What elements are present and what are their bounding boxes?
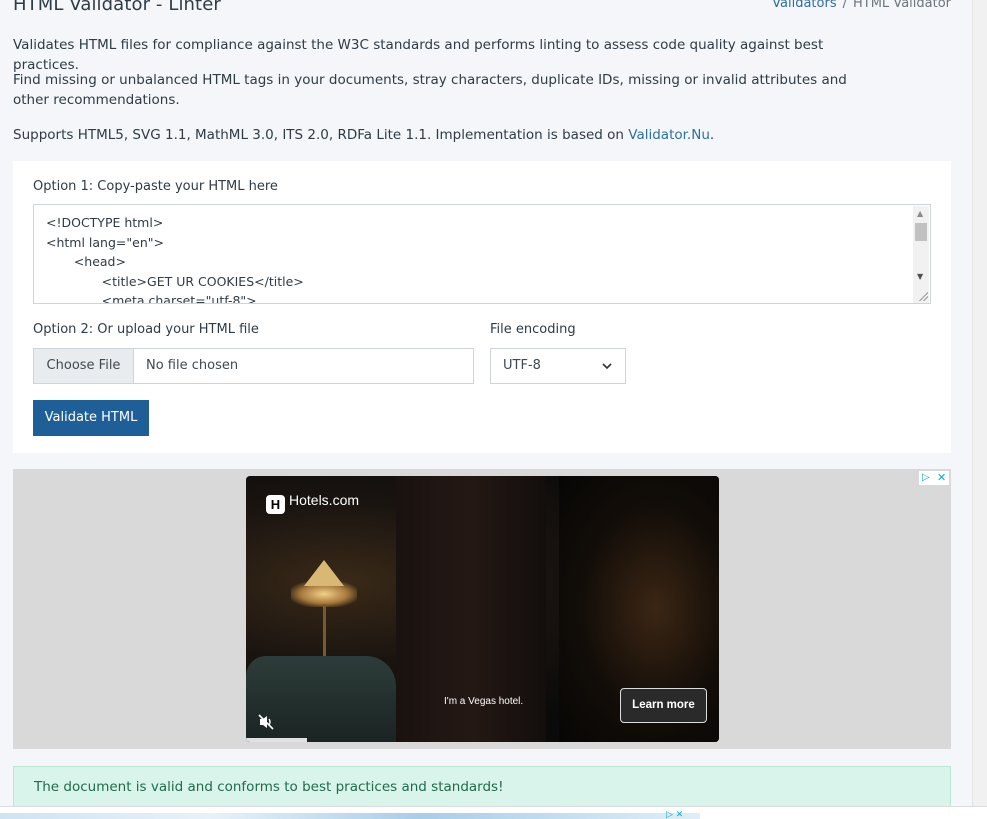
- bottom-adchoices-icon[interactable]: ▷ ✕: [666, 810, 683, 819]
- hotels-brand-text: Hotels.com: [289, 492, 360, 508]
- breadcrumb: Validators / HTML Validator: [772, 0, 951, 11]
- intro-paragraph-2: Find missing or unbalanced HTML tags in …: [13, 72, 847, 108]
- validate-html-button[interactable]: Validate HTML: [33, 400, 149, 436]
- hotels-logo-icon: H: [266, 495, 285, 514]
- resize-handle-icon[interactable]: [918, 291, 928, 301]
- option1-label: Option 1: Copy-paste your HTML here: [33, 179, 278, 194]
- ad-lamp-shade: [304, 560, 344, 586]
- advertisement-area: ▷ ✕ H Hotels.com I'm a Vegas hotel. Learn…: [13, 469, 951, 749]
- encoding-select[interactable]: UTF-8: [490, 348, 626, 384]
- support-text-end: .: [709, 127, 715, 143]
- page-header: HTML Validator - Linter Validators / HTML …: [13, 0, 951, 20]
- hotels-logo: H Hotels.com: [266, 492, 359, 514]
- page-title: HTML Validator - Linter: [13, 0, 221, 15]
- validation-result-alert: The document is valid and conforms to be…: [13, 766, 951, 808]
- file-upload-input[interactable]: Choose File No file chosen: [33, 348, 474, 384]
- scroll-thumb[interactable]: [915, 223, 927, 241]
- validator-form-card: Option 1: Copy-paste your HTML here <!DO…: [13, 161, 951, 453]
- breadcrumb-current: HTML Validator: [853, 0, 951, 11]
- breadcrumb-separator: /: [842, 0, 847, 11]
- page-scrollbar[interactable]: [972, 0, 987, 806]
- html-code-textarea[interactable]: <!DOCTYPE html> <html lang="en"> <head> …: [33, 204, 931, 304]
- learn-more-button[interactable]: Learn more: [620, 688, 707, 723]
- breadcrumb-validators-link[interactable]: Validators: [772, 0, 836, 11]
- option2-label: Option 2: Or upload your HTML file: [33, 322, 259, 337]
- choose-file-button[interactable]: Choose File: [34, 349, 134, 383]
- bottom-banner-ad[interactable]: ▷ ✕: [0, 806, 987, 819]
- validation-result-message: The document is valid and conforms to be…: [34, 779, 504, 795]
- chevron-down-icon: [602, 363, 612, 370]
- adchoices-badge[interactable]: ▷ ✕: [919, 471, 949, 485]
- close-icon[interactable]: ✕: [937, 471, 946, 484]
- adchoices-icon[interactable]: ▷: [922, 472, 930, 483]
- file-status-text: No file chosen: [146, 358, 239, 373]
- ad-caption: I'm a Vegas hotel.: [444, 696, 524, 707]
- intro-paragraph-1: Validates HTML files for compliance agai…: [13, 37, 824, 73]
- validator-nu-link[interactable]: Validator.Nu: [628, 127, 710, 143]
- ad-video[interactable]: H Hotels.com I'm a Vegas hotel. Learn mor…: [246, 476, 719, 742]
- textarea-scrollbar[interactable]: ▲ ▼: [913, 206, 929, 303]
- encoding-value: UTF-8: [503, 358, 541, 373]
- bottom-banner-image: [0, 813, 700, 819]
- intro-paragraph-3: Supports HTML5, SVG 1.1, MathML 3.0, ITS…: [13, 125, 893, 145]
- encoding-label: File encoding: [490, 322, 576, 337]
- html-code-content: <!DOCTYPE html> <html lang="en"> <head> …: [46, 215, 304, 304]
- support-text: Supports HTML5, SVG 1.1, MathML 3.0, ITS…: [13, 127, 629, 143]
- ad-progress-bar: [246, 738, 308, 742]
- scroll-down-icon[interactable]: ▼: [917, 272, 923, 281]
- scroll-up-icon[interactable]: ▲: [917, 209, 923, 218]
- mute-icon[interactable]: [258, 714, 274, 730]
